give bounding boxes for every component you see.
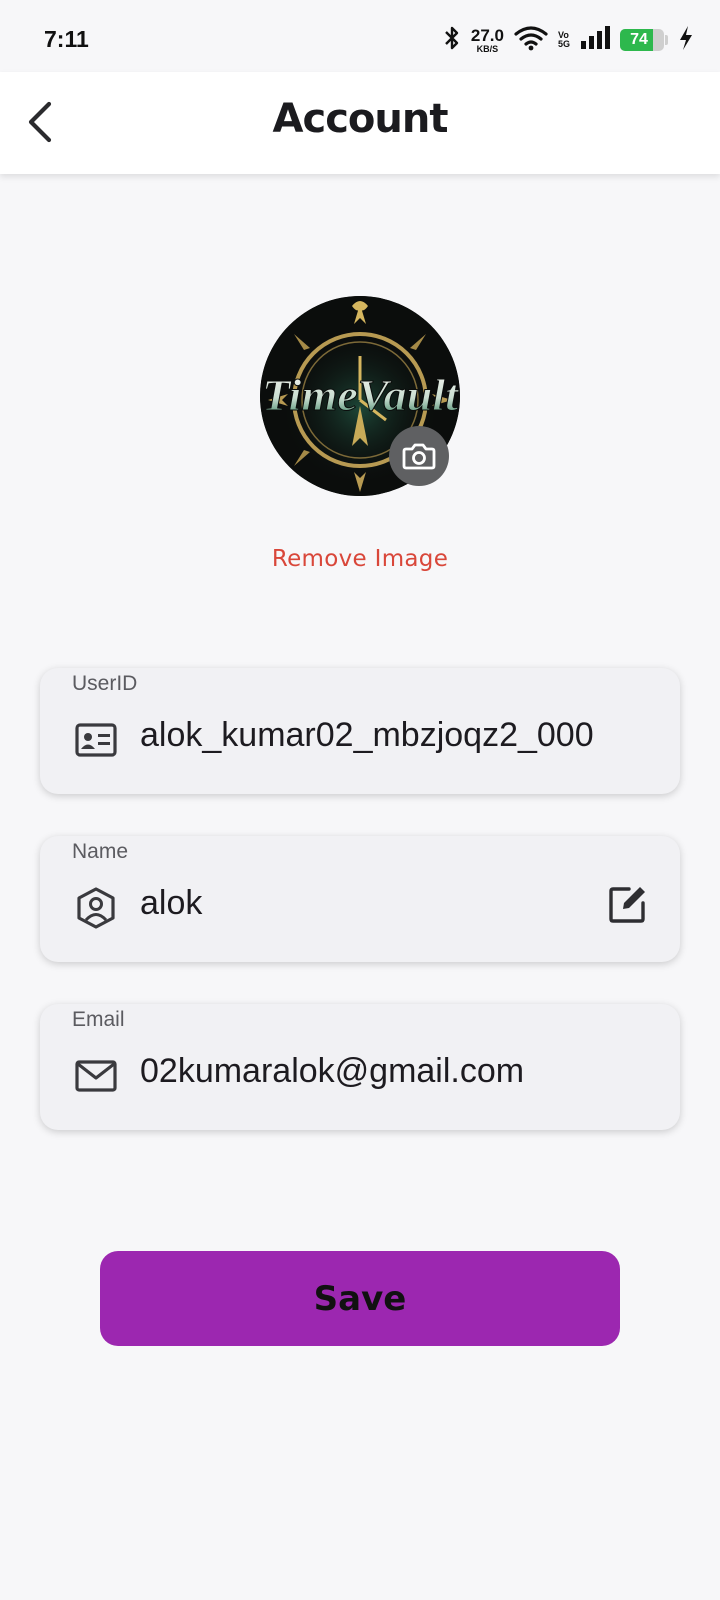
userid-label: UserID (72, 672, 138, 695)
email-value: 02kumaralok@gmail.com (140, 1052, 525, 1090)
name-field[interactable]: Name alok (40, 836, 680, 962)
id-card-icon (74, 718, 118, 762)
volte-bottom: 5G (557, 39, 570, 49)
volte-indicator: Vo 5G (558, 31, 570, 49)
page-title: Account (272, 96, 449, 142)
network-speed-value: 27.0 (470, 25, 504, 45)
avatar-logo-text: TimeVault (262, 371, 460, 420)
name-value: alok (140, 884, 203, 922)
camera-icon (402, 443, 436, 470)
camera-button[interactable] (389, 426, 449, 486)
battery-nub (665, 35, 668, 45)
email-label: Email (72, 1008, 125, 1031)
email-field[interactable]: Email 02kumaralok@gmail.com (40, 1004, 680, 1130)
battery-icon: 74 (620, 29, 664, 51)
charging-icon (678, 25, 694, 55)
network-speed-unit: KB/S (476, 43, 499, 54)
remove-image-button[interactable]: Remove Image (0, 546, 720, 572)
edit-icon (609, 887, 645, 923)
status-icons: 27.0 KB/S Vo 5G 74 (443, 24, 694, 56)
mail-icon (74, 1054, 118, 1098)
save-label: Save (313, 1278, 407, 1319)
app-bar: Account (0, 72, 720, 174)
bluetooth-icon (443, 25, 461, 55)
name-label: Name (72, 840, 129, 863)
status-bar: 7:11 27.0 KB/S Vo 5G 74 (0, 0, 720, 72)
userid-field[interactable]: UserID alok_kumar02_mbzjoqz2_000 (40, 668, 680, 794)
status-time: 7:11 (44, 26, 89, 52)
network-speed: 27.0 KB/S (471, 27, 504, 54)
edit-name-button[interactable] (604, 880, 652, 928)
signal-icon (580, 26, 610, 54)
userid-value: alok_kumar02_mbzjoqz2_000 (140, 716, 594, 754)
save-button[interactable]: Save (100, 1251, 620, 1346)
wifi-icon (514, 25, 548, 55)
battery-level: 74 (630, 31, 648, 48)
user-badge-icon (74, 886, 118, 930)
